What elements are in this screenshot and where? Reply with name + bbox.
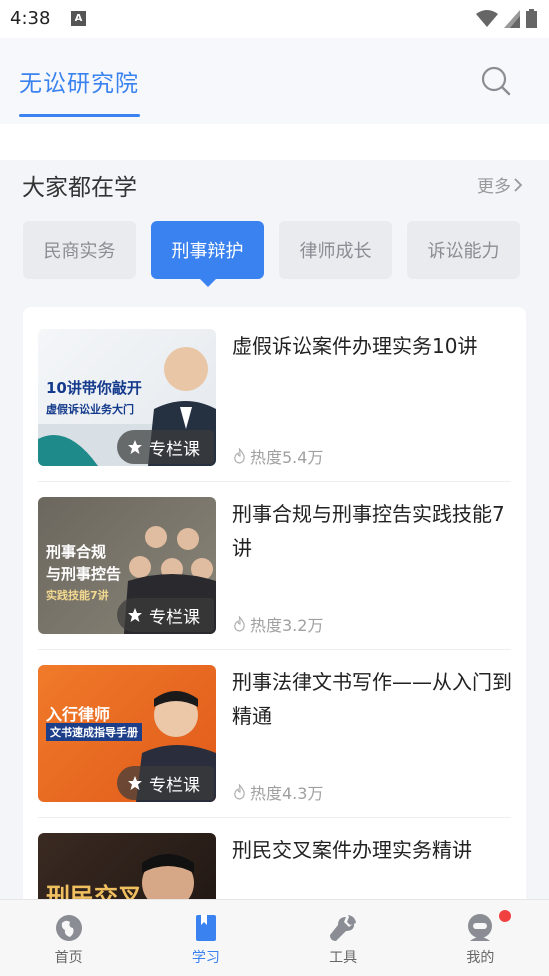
nav-study[interactable]: 学习 — [137, 900, 274, 976]
heat-value: 热度5.4万 — [250, 448, 324, 467]
star-icon — [128, 440, 142, 454]
status-bar: 4:38 A — [0, 0, 549, 38]
book-icon — [195, 915, 216, 941]
nav-home-label: 首页 — [54, 950, 83, 966]
notification-dot — [498, 910, 511, 922]
course-item[interactable]: 刑民交叉 刑民交叉案件办理实务精讲 — [38, 811, 511, 907]
course-item[interactable]: 刑事合规 与刑事控告 实践技能7讲 专栏课 刑事合规与刑事控告实践技能7讲 热度… — [38, 475, 511, 643]
heat-value: 热度3.2万 — [250, 616, 324, 635]
banner-placeholder — [0, 124, 549, 160]
course-thumbnail: 刑民交叉 — [38, 833, 216, 907]
more-link[interactable]: 更多 — [477, 172, 523, 197]
nav-home[interactable]: 首页 — [0, 900, 137, 976]
star-icon — [128, 608, 142, 622]
nav-tools-label: 工具 — [329, 950, 358, 966]
nav-study-label: 学习 — [191, 950, 220, 966]
course-thumbnail: 刑事合规 与刑事控告 实践技能7讲 专栏课 — [38, 497, 216, 634]
search-icon[interactable] — [481, 66, 511, 96]
thumbnail-caption-2: 与刑事控告 — [46, 565, 122, 583]
course-title: 虚假诉讼案件办理实务10讲 — [232, 334, 478, 358]
thumbnail-caption-3: 实践技能7讲 — [46, 589, 109, 602]
notification-icon: A — [71, 11, 86, 26]
tab-criminal-defense[interactable]: 刑事辩护 — [151, 221, 264, 287]
course-item[interactable]: 10讲带你敲开 虚假诉讼业务大门 专栏课 虚假诉讼案件办理实务10讲 热度5.4… — [38, 307, 511, 475]
tab-lawyer-growth[interactable]: 律师成长 — [279, 221, 392, 279]
thumbnail-caption-1: 刑事合规 — [46, 543, 107, 561]
wifi-icon — [476, 9, 498, 27]
course-badge: 专栏课 — [117, 598, 214, 632]
heat-value: 热度4.3万 — [250, 784, 324, 803]
signal-icon — [504, 9, 520, 28]
more-label: 更多 — [477, 177, 511, 197]
badge-label: 专栏课 — [149, 775, 200, 796]
thumbnail-caption-2: 文书速成指导手册 — [46, 723, 142, 741]
category-tabs: 民商实务 刑事辩护 律师成长 诉讼能力 — [23, 221, 520, 287]
badge-label: 专栏课 — [149, 607, 200, 628]
chevron-right-icon — [514, 177, 523, 192]
nav-profile-label: 我的 — [466, 950, 495, 966]
course-title: 刑事合规与刑事控告实践技能7讲 — [232, 502, 505, 560]
app-header: 无讼研究院 — [0, 38, 549, 124]
star-icon — [128, 776, 142, 790]
brand-tab[interactable]: 无讼研究院 — [19, 64, 139, 98]
tab-civil-commercial[interactable]: 民商实务 — [23, 221, 136, 279]
tab-litigation-skills[interactable]: 诉讼能力 — [407, 221, 520, 279]
home-icon — [55, 915, 82, 941]
course-badge: 专栏课 — [117, 766, 214, 800]
status-time: 4:38 — [10, 8, 51, 29]
course-heat: 热度3.2万 — [232, 612, 323, 636]
course-thumbnail: 10讲带你敲开 虚假诉讼业务大门 专栏课 — [38, 329, 216, 466]
flame-icon — [234, 784, 245, 800]
status-icons — [476, 9, 537, 28]
course-heat: 热度4.3万 — [232, 780, 323, 804]
flame-icon — [234, 616, 245, 632]
course-title: 刑民交叉案件办理实务精讲 — [232, 838, 472, 862]
section-title: 大家都在学 — [22, 175, 137, 201]
course-heat: 热度5.4万 — [232, 444, 323, 468]
thumbnail-caption-2: 虚假诉讼业务大门 — [46, 403, 134, 416]
wrench-icon — [330, 915, 357, 941]
brand-tab-indicator — [19, 114, 140, 117]
user-icon — [468, 914, 493, 941]
thumbnail-caption-1: 入行律师 — [46, 705, 111, 724]
battery-icon — [526, 9, 537, 28]
nav-tools[interactable]: 工具 — [275, 900, 412, 976]
course-title: 刑事法律文书写作——从入门到精通 — [232, 670, 512, 728]
course-list: 10讲带你敲开 虚假诉讼业务大门 专栏课 虚假诉讼案件办理实务10讲 热度5.4… — [23, 307, 526, 907]
course-badge: 专栏课 — [117, 430, 214, 464]
flame-icon — [234, 448, 245, 464]
bottom-nav: 首页 学习 工具 我的 — [0, 899, 549, 976]
course-thumbnail: 入行律师 文书速成指导手册 专栏课 — [38, 665, 216, 802]
nav-profile[interactable]: 我的 — [412, 900, 549, 976]
thumbnail-caption-1: 10讲带你敲开 — [46, 379, 142, 397]
badge-label: 专栏课 — [149, 439, 200, 460]
course-item[interactable]: 入行律师 文书速成指导手册 专栏课 刑事法律文书写作——从入门到精通 热度4.3… — [38, 643, 512, 811]
